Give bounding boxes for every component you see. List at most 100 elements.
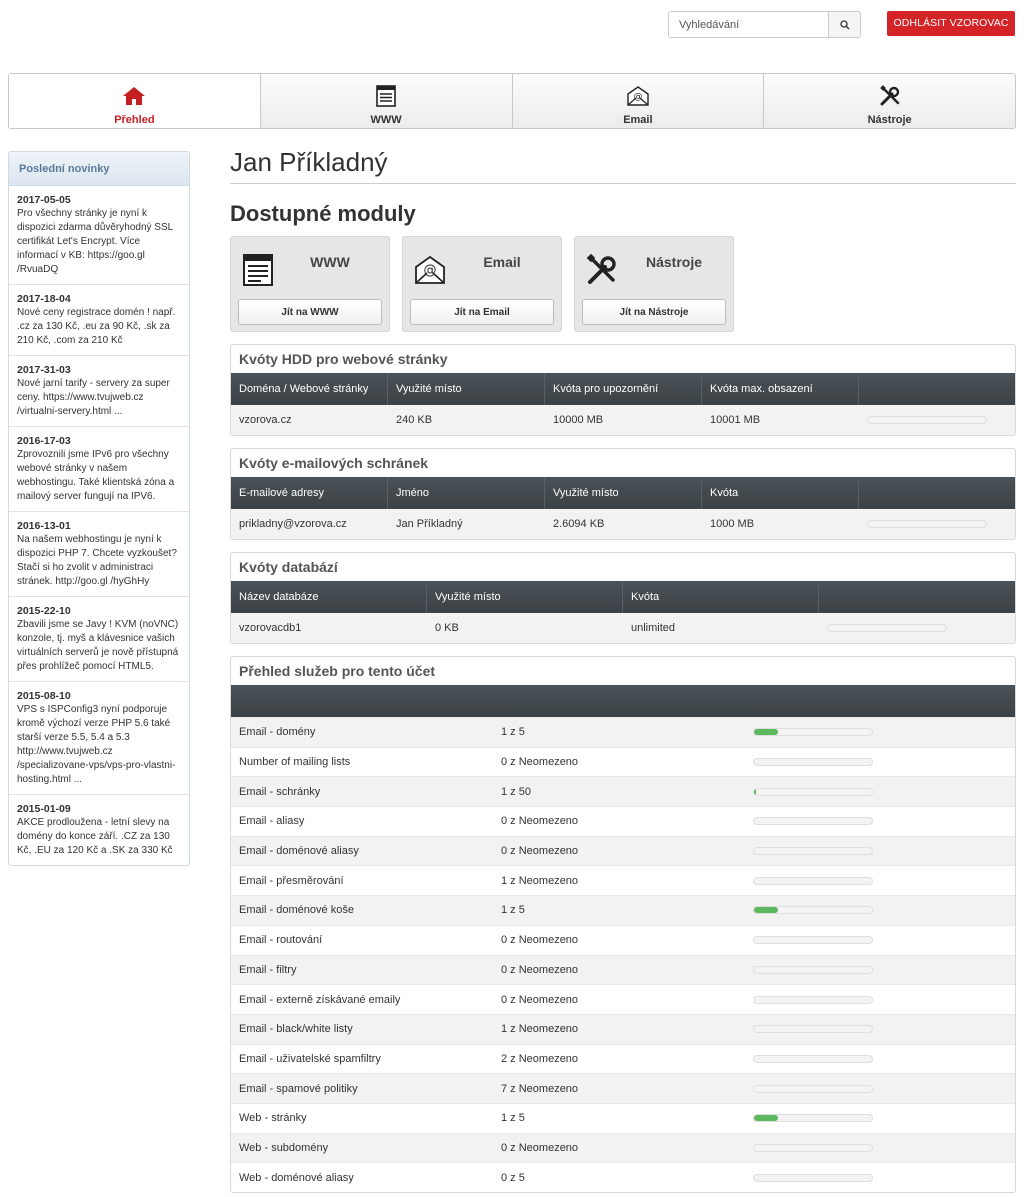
service-value: 0 z Neomezeno xyxy=(501,815,579,828)
progress-cell xyxy=(819,624,1015,632)
email-icon: @ xyxy=(413,253,447,287)
column-header-empty xyxy=(819,581,1015,613)
services-panel: Přehled služeb pro tento účet Email - do… xyxy=(230,656,1016,1193)
go-www-button[interactable]: Jít na WWW xyxy=(238,299,382,325)
table-row: Email - doménové koše 1 z 5 xyxy=(231,895,1015,925)
table-cell: vzorova.cz xyxy=(239,414,292,426)
table-row: Email - spamové politiky 7 z Neomezeno xyxy=(231,1073,1015,1103)
service-value: 0 z Neomezeno xyxy=(501,756,579,769)
svg-text:@: @ xyxy=(633,92,642,102)
column-header: E-mailové adresy xyxy=(231,477,388,509)
service-value: 1 z 50 xyxy=(501,785,531,798)
module-card-email: @ Email Jít na Email xyxy=(402,236,562,332)
service-value: 0 z Neomezeno xyxy=(501,845,579,858)
service-value: 1 z 5 xyxy=(501,1112,525,1125)
nav-tab-www[interactable]: WWW xyxy=(261,74,513,128)
service-value: 1 z Neomezeno xyxy=(501,874,579,887)
news-date: 2017-31-03 xyxy=(17,364,71,376)
news-text: Zprovoznili jsme IPv6 pro všechny webové… xyxy=(17,449,175,502)
news-text: Nové jarní tarify - servery za super cen… xyxy=(17,378,170,417)
table-row: Email - schránky 1 z 50 xyxy=(231,776,1015,807)
service-value: 2 z Neomezeno xyxy=(501,1052,579,1065)
service-name: Email - domény xyxy=(239,726,316,739)
search-box xyxy=(668,11,861,38)
service-name: Email - spamové politiky xyxy=(239,1082,358,1095)
search-button[interactable] xyxy=(829,11,861,38)
webpage-icon xyxy=(241,253,275,287)
news-item: 2016-13-01 Na našem webhostingu je nyní k… xyxy=(9,512,189,597)
service-name: Email - přesměrování xyxy=(239,874,344,887)
nav-tab-label: Nástroje xyxy=(867,114,912,126)
table-row: vzorova.cz 240 KB 10000 MB 10001 MB xyxy=(231,405,1015,435)
column-header: Využité místo xyxy=(388,373,545,405)
progress-cell xyxy=(753,1114,1013,1123)
table-row: Email - aliasy 0 z Neomezeno xyxy=(231,806,1015,836)
progress-cell xyxy=(753,1054,1013,1063)
table-cell: 1000 MB xyxy=(710,518,755,530)
modules-title: Dostupné moduly xyxy=(230,201,416,226)
progress-fill xyxy=(754,729,778,736)
nav-tab-email[interactable]: @ Email xyxy=(513,74,765,128)
service-name: Web - stránky xyxy=(239,1112,307,1125)
table-row: vzorovacdb1 0 KB unlimited xyxy=(231,613,1015,643)
page-title: Jan Příkladný xyxy=(230,146,1016,184)
progress-bar xyxy=(867,520,987,528)
home-icon xyxy=(122,84,146,108)
mail-quota-panel: Kvóty e-mailových schránek E-mailové adr… xyxy=(230,448,1016,540)
table-row: Email - přesměrování 1 z Neomezeno xyxy=(231,865,1015,895)
panel-title: Kvóty e-mailových schránek xyxy=(239,455,429,471)
table-cell: 10001 MB xyxy=(710,414,761,426)
service-value: 0 z 5 xyxy=(501,1171,525,1184)
go-email-button[interactable]: Jít na Email xyxy=(410,299,554,325)
news-item: 2017-31-03 Nové jarní tarify - servery za… xyxy=(9,356,189,427)
table-row: Email - domény 1 z 5 xyxy=(231,717,1015,747)
table-cell: Jan Příkladný xyxy=(396,518,463,530)
progress-cell xyxy=(753,817,1013,826)
table-row: Web - subdomény 0 z Neomezeno xyxy=(231,1132,1015,1163)
progress-bar xyxy=(753,995,873,1004)
table-row: Number of mailing lists 0 z Neomezeno xyxy=(231,746,1015,777)
logout-button[interactable]: ODHLÁSIT VZOROVAC xyxy=(887,11,1015,36)
progress-bar xyxy=(753,817,873,826)
table-cell: unlimited xyxy=(631,622,676,634)
news-item: 2017-05-05 Pro všechny stránky je nyní k … xyxy=(9,186,189,285)
table-row: Email - externě získávané emaily 0 z Neom… xyxy=(231,984,1015,1014)
panel-title: Kvóty HDD pro webové stránky xyxy=(239,351,448,367)
search-input[interactable] xyxy=(668,11,829,38)
db-quota-panel: Kvóty databází Název databáze Využité mí… xyxy=(230,552,1016,644)
news-list: 2017-05-05 Pro všechny stránky je nyní k … xyxy=(9,186,189,865)
module-title: Email xyxy=(483,254,521,270)
progress-cell xyxy=(753,787,1013,796)
nav-tab-prehled[interactable]: Přehled xyxy=(9,74,261,128)
services-rows: Email - domény 1 z 5 Number of mailing lis… xyxy=(231,717,1015,1192)
news-date: 2015-08-10 xyxy=(17,690,71,702)
service-value: 1 z Neomezeno xyxy=(501,1023,579,1036)
progress-cell xyxy=(859,520,1015,528)
news-text: Zbavili jsme se Javy ! KVM (noVNC) konzo… xyxy=(17,619,179,672)
nav-tab-nastroje[interactable]: Nástroje xyxy=(764,74,1015,128)
progress-bar xyxy=(753,758,873,767)
news-text: AKCE prodloužena - letní slevy na domény… xyxy=(17,817,173,856)
service-value: 0 z Neomezeno xyxy=(501,934,579,947)
table-cell: 0 KB xyxy=(435,622,459,634)
table-cell: prikladny@vzorova.cz xyxy=(239,518,347,530)
service-name: Email - routování xyxy=(239,934,323,947)
nav-tab-label: Email xyxy=(623,114,653,126)
nav-tab-label: WWW xyxy=(370,114,402,126)
news-date: 2016-17-03 xyxy=(17,435,71,447)
service-name: Email - filtry xyxy=(239,963,297,976)
column-header-empty xyxy=(859,373,1015,405)
news-date: 2015-01-09 xyxy=(17,803,71,815)
progress-cell xyxy=(753,965,1013,974)
main-nav: Přehled WWW @ Email Nástroje xyxy=(8,73,1016,129)
table-row: Email - filtry 0 z Neomezeno xyxy=(231,954,1015,985)
column-header: Využité místo xyxy=(427,581,623,613)
progress-cell xyxy=(753,1173,1013,1182)
progress-bar xyxy=(753,1025,873,1034)
news-item: 2015-22-10 Zbavili jsme se Javy ! KVM (no… xyxy=(9,597,189,682)
progress-bar xyxy=(867,416,987,424)
column-header: Kvóta xyxy=(623,581,819,613)
go-nastroje-button[interactable]: Jít na Nástroje xyxy=(582,299,726,325)
table-row: Email - routování 0 z Neomezeno xyxy=(231,924,1015,955)
progress-bar xyxy=(753,1084,873,1093)
